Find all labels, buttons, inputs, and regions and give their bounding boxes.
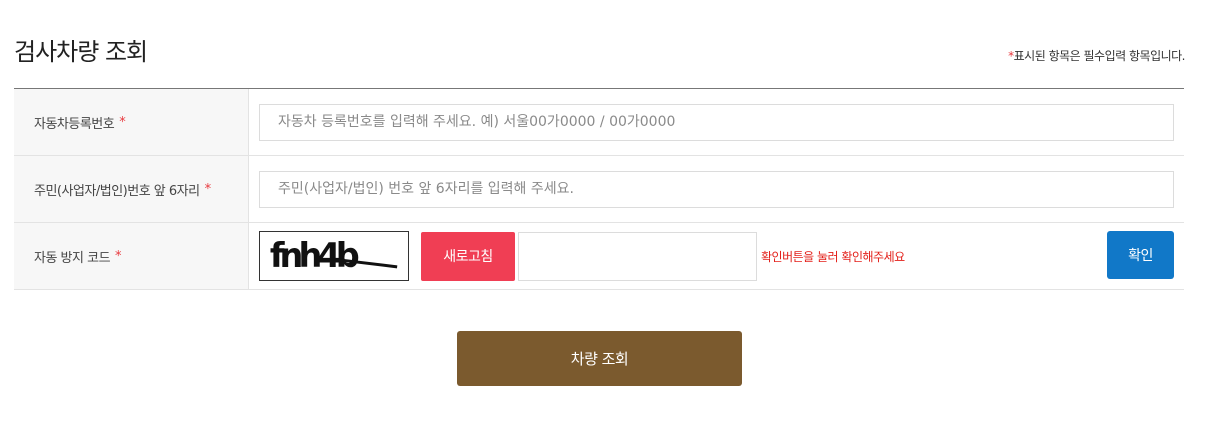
- captcha-text: fnh4b: [270, 236, 359, 275]
- captcha-cell: fnh4b 새로고침 확인버튼을 눌러 확인해주세요 확인: [249, 223, 1184, 289]
- required-note: *표시된 항목은 필수입력 항목입니다.: [1008, 47, 1185, 64]
- registration-number-cell: [249, 89, 1184, 155]
- captcha-label: 자동 방지 코드 *: [14, 223, 249, 289]
- captcha-image: fnh4b: [259, 231, 409, 281]
- vehicle-search-form: 자동차등록번호* 주민(사업자/법인)번호 앞 6자리* 자동 방지 코드* f…: [14, 88, 1184, 290]
- id-number-label-text: 주민(사업자/법인)번호 앞 6자리: [34, 183, 200, 199]
- captcha-label-text: 자동 방지 코드: [34, 250, 111, 266]
- required-star: *: [204, 181, 212, 197]
- confirm-button[interactable]: 확인: [1107, 231, 1174, 279]
- registration-number-label: 자동차등록번호 *: [14, 89, 249, 155]
- id-number-cell: [249, 156, 1184, 222]
- registration-number-input[interactable]: [259, 103, 1174, 141]
- form-row-captcha: 자동 방지 코드 * fnh4b 새로고침 확인버튼을 눌러 확인해주세요 확인: [14, 223, 1184, 290]
- form-row-id-number: 주민(사업자/법인)번호 앞 6자리 *: [14, 156, 1184, 223]
- captcha-graphic: fnh4b: [270, 236, 398, 275]
- id-number-input[interactable]: [259, 170, 1174, 208]
- required-star: *: [119, 114, 126, 130]
- captcha-input[interactable]: [518, 231, 757, 281]
- vehicle-search-button[interactable]: 차량 조회: [457, 331, 742, 386]
- id-number-label: 주민(사업자/법인)번호 앞 6자리 *: [14, 156, 249, 222]
- required-star: *: [115, 248, 122, 264]
- refresh-captcha-button[interactable]: 새로고침: [421, 231, 515, 281]
- required-note-text: 표시된 항목은 필수입력 항목입니다.: [1013, 49, 1186, 63]
- registration-number-label-text: 자동차등록번호: [34, 116, 115, 132]
- captcha-hint: 확인버튼을 눌러 확인해주세요: [761, 249, 905, 264]
- page-title: 검사차량 조회: [14, 38, 148, 66]
- form-row-registration-number: 자동차등록번호 *: [14, 89, 1184, 156]
